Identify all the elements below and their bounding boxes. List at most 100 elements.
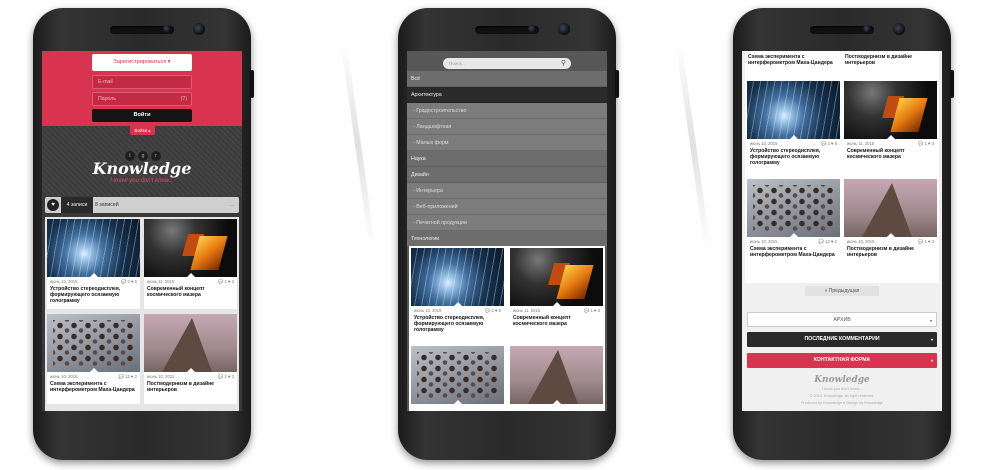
previous-page-button[interactable]: « Предыдущая: [805, 286, 879, 296]
register-button[interactable]: Зарегистрироваться ▾: [92, 54, 192, 71]
menu-item-science[interactable]: Наука: [407, 151, 607, 167]
more-icon[interactable]: …: [229, 197, 235, 213]
background-glare: [340, 40, 376, 250]
screen-footer: Схема эксперимента с интерферометром Мах…: [742, 51, 942, 411]
phone-login: Зарегистрироваться ▾ E-mail Пароль (?) Во…: [33, 8, 254, 460]
post-grid: июнь 13, 2015 💬 2 ♥ 5 Устройство стереоди…: [409, 246, 605, 411]
comment-count: 1: [224, 279, 227, 284]
post-card[interactable]: июнь 11, 2015 💬 1 ♥ 3 Современный концепт…: [844, 81, 937, 181]
post-card[interactable]: [411, 346, 504, 411]
password-hint-icon[interactable]: (?): [181, 93, 187, 105]
menu-item-web-apps[interactable]: - Веб-приложений: [407, 199, 607, 215]
login-button[interactable]: Войти: [92, 109, 192, 122]
post-meta: июнь 11, 2015 💬 1 ♥ 3: [513, 308, 600, 313]
post-image[interactable]: [47, 314, 140, 372]
like-icon: ♥: [130, 374, 134, 379]
chevron-down-icon: ▾: [930, 337, 933, 342]
like-count: 3: [931, 239, 934, 244]
post-title[interactable]: Постмодернизм в дизайне интерьеров: [847, 246, 934, 258]
post-date: июнь 11, 2015: [147, 279, 175, 284]
post-date: июнь 11, 2015: [847, 141, 875, 146]
email-field[interactable]: E-mail: [92, 75, 192, 89]
menu-item-urban-planning[interactable]: - Градостроительство: [407, 103, 607, 119]
comment-icon: 💬: [121, 279, 127, 284]
archive-dropdown[interactable]: АРХИВ ▾: [747, 312, 937, 327]
post-card[interactable]: июнь 10, 2015 💬 1 ♥ 3 Постмодернизм в диз…: [844, 179, 937, 279]
post-title[interactable]: Современный концепт космического мазера: [513, 315, 600, 327]
post-image[interactable]: [747, 179, 840, 237]
post-title[interactable]: Схема эксперимента с интерферометром Мах…: [50, 381, 137, 393]
post-title[interactable]: Современный концепт космического мазера: [847, 148, 934, 160]
like-count: 3: [231, 374, 234, 379]
footer-credit: Produced by Knowledge ● Design by Knowle…: [800, 401, 884, 405]
footer-logo[interactable]: Knowledge: [742, 375, 942, 385]
view-4-button[interactable]: 4 записи: [61, 197, 93, 213]
post-card[interactable]: июнь 10, 2015 💬 1 ♥ 3 Постмодернизм в диз…: [144, 314, 237, 404]
phone-side-button: [950, 70, 954, 98]
comment-icon: 💬: [485, 308, 491, 313]
post-grid: июнь 13, 2015 💬 2 ♥ 5 Устройство стереоди…: [45, 217, 239, 411]
like-count: 2: [834, 239, 837, 244]
menu-item-landscape[interactable]: - Ландшафтная: [407, 119, 607, 135]
menu-item-interior[interactable]: - Интерьера: [407, 183, 607, 199]
comment-count: 12: [125, 374, 130, 379]
post-card[interactable]: июнь 11, 2015 💬 1 ♥ 3 Современный концепт…: [144, 219, 237, 309]
like-count: 3: [597, 308, 600, 313]
menu-item-design[interactable]: Дизайн: [407, 167, 607, 183]
archive-label: АРХИВ: [833, 317, 851, 323]
post-date: июнь 13, 2015: [750, 141, 778, 146]
post-meta: июнь 10, 2015 💬 1 ♥ 3: [147, 374, 234, 379]
menu-item-technology[interactable]: Технологии: [407, 231, 607, 247]
post-image[interactable]: [411, 346, 504, 404]
phone-sensor: [163, 25, 171, 33]
site-logo[interactable]: Knowledge: [42, 159, 242, 178]
phone-footer: Схема эксперимента с интерферометром Мах…: [733, 8, 954, 460]
post-title[interactable]: Постмодернизм в дизайне интерьеров: [147, 381, 234, 393]
post-card[interactable]: июнь 13, 2015 💬 2 ♥ 5 Устройство стереоди…: [47, 219, 140, 309]
post-image[interactable]: [510, 248, 603, 306]
search-icon[interactable]: ⚲: [561, 58, 566, 69]
post-title[interactable]: Устройство стереодисплея, формирующего о…: [750, 148, 837, 166]
post-card[interactable]: июнь 13, 2015 💬 2 ♥ 5 Устройство стереоди…: [411, 248, 504, 338]
like-count: 3: [231, 279, 234, 284]
menu-item-all[interactable]: Всё: [407, 71, 607, 87]
menu-item-print[interactable]: - Печатной продукции: [407, 215, 607, 231]
post-image[interactable]: [411, 248, 504, 306]
phone-side-button: [250, 70, 254, 98]
post-card[interactable]: [510, 346, 603, 411]
post-card[interactable]: июнь 10, 2015 💬 12 ♥ 2 Схема эксперимента…: [747, 179, 840, 279]
footer-tagline: I know you don't know...: [821, 387, 863, 391]
password-field[interactable]: Пароль (?): [92, 92, 192, 106]
post-image[interactable]: [144, 314, 237, 372]
post-title[interactable]: Устройство стереодисплея, формирующего о…: [414, 315, 501, 333]
recent-comments-button[interactable]: ПОСЛЕДНИЕ КОММЕНТАРИИ ▾: [747, 332, 937, 347]
post-date: июнь 13, 2015: [414, 308, 442, 313]
post-image[interactable]: [747, 81, 840, 139]
post-image[interactable]: [844, 179, 937, 237]
contact-form-button[interactable]: КОНТАКТНАЯ ФОРМА ▾: [747, 353, 937, 368]
post-title[interactable]: Современный концепт космического мазера: [147, 286, 234, 298]
post-title[interactable]: Постмодернизм в дизайне интерьеров: [845, 54, 932, 66]
post-card[interactable]: июнь 10, 2015 💬 12 ♥ 2 Схема эксперимента…: [47, 314, 140, 404]
post-title[interactable]: Схема эксперимента с интерферометром Мах…: [748, 54, 835, 66]
comment-count: 12: [825, 239, 830, 244]
post-image[interactable]: [144, 219, 237, 277]
post-image[interactable]: [510, 346, 603, 404]
view-8-button[interactable]: 8 записей: [95, 197, 119, 213]
post-card[interactable]: июнь 11, 2015 💬 1 ♥ 3 Современный концепт…: [510, 248, 603, 338]
search-input[interactable]: Поиск... ⚲: [443, 58, 571, 69]
post-grid: Схема эксперимента с интерферометром Мах…: [745, 51, 939, 283]
post-meta: июнь 13, 2015 💬 2 ♥ 5: [414, 308, 501, 313]
menu-item-architecture[interactable]: Архитектура: [407, 87, 607, 103]
login-toggle-tab[interactable]: Войти ▴: [130, 126, 155, 135]
post-image[interactable]: [844, 81, 937, 139]
post-image[interactable]: [47, 219, 140, 277]
menu-item-small-forms[interactable]: - Малых форм: [407, 135, 607, 151]
heart-icon[interactable]: ♥: [47, 199, 59, 211]
post-meta: июнь 11, 2015 💬 1 ♥ 3: [847, 141, 934, 146]
like-count: 3: [931, 141, 934, 146]
post-title[interactable]: Схема эксперимента с интерферометром Мах…: [750, 246, 837, 258]
post-title[interactable]: Устройство стереодисплея, формирующего о…: [50, 286, 137, 304]
view-toolbar: ♥ 4 записи 8 записей …: [45, 197, 239, 213]
post-card[interactable]: июнь 13, 2015 💬 2 ♥ 5 Устройство стереоди…: [747, 81, 840, 181]
